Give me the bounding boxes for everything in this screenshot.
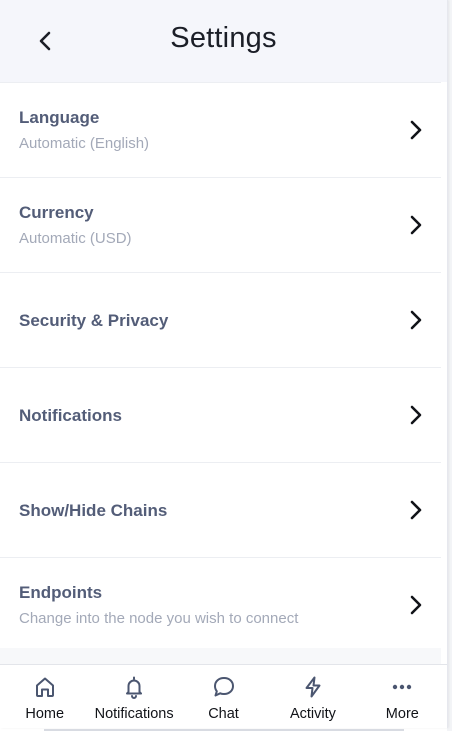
settings-item-show-hide-chains[interactable]: Show/Hide Chains	[0, 463, 441, 558]
chevron-right-icon	[410, 405, 422, 425]
tab-more[interactable]: More	[358, 665, 447, 728]
settings-item-subtitle: Automatic (English)	[19, 135, 150, 152]
settings-item-title: Endpoints	[19, 583, 103, 602]
settings-item-title: Notifications	[19, 406, 122, 425]
tab-home[interactable]: Home	[0, 665, 89, 728]
settings-item-title: Show/Hide Chains	[19, 501, 168, 520]
settings-list: Language Automatic (English) Currency Au…	[0, 82, 441, 653]
lightning-icon	[301, 675, 325, 699]
settings-item-title: Currency	[19, 203, 94, 222]
settings-item-subtitle: Automatic (USD)	[19, 230, 132, 247]
settings-item-subtitle: Change into the node you wish to connect	[19, 610, 299, 627]
page-title: Settings	[170, 22, 277, 54]
settings-item-currency[interactable]: Currency Automatic (USD)	[0, 178, 441, 273]
tab-activity[interactable]: Activity	[268, 665, 357, 728]
chevron-right-icon	[410, 120, 422, 140]
more-dots-icon	[390, 675, 414, 699]
chevron-right-icon	[410, 500, 422, 520]
tab-label: Activity	[289, 706, 336, 722]
tab-label: Notifications	[94, 706, 174, 722]
tab-notifications[interactable]: Notifications	[89, 665, 178, 728]
settings-item-endpoints[interactable]: Endpoints Change into the node you wish …	[0, 558, 441, 653]
settings-screen: Settings Language Automatic (English) Cu…	[0, 0, 448, 728]
chevron-right-icon	[410, 215, 422, 235]
settings-item-notifications[interactable]: Notifications	[0, 368, 441, 463]
list-footer-gap	[0, 648, 441, 664]
tab-chat[interactable]: Chat	[179, 665, 268, 728]
header: Settings	[0, 0, 447, 82]
settings-item-language[interactable]: Language Automatic (English)	[0, 83, 441, 178]
settings-item-title: Security & Privacy	[19, 311, 169, 330]
chevron-right-icon	[410, 595, 422, 615]
bell-icon	[122, 675, 146, 699]
chevron-right-icon	[410, 310, 422, 330]
settings-item-security-privacy[interactable]: Security & Privacy	[0, 273, 441, 368]
tab-label: Home	[25, 706, 65, 722]
chat-bubble-icon	[212, 675, 236, 699]
tab-label: More	[385, 706, 419, 722]
bottom-tab-bar: Home Notifications Chat Activity More	[0, 664, 447, 728]
home-icon	[33, 675, 57, 699]
settings-item-title: Language	[19, 108, 100, 127]
tab-label: Chat	[208, 706, 239, 722]
